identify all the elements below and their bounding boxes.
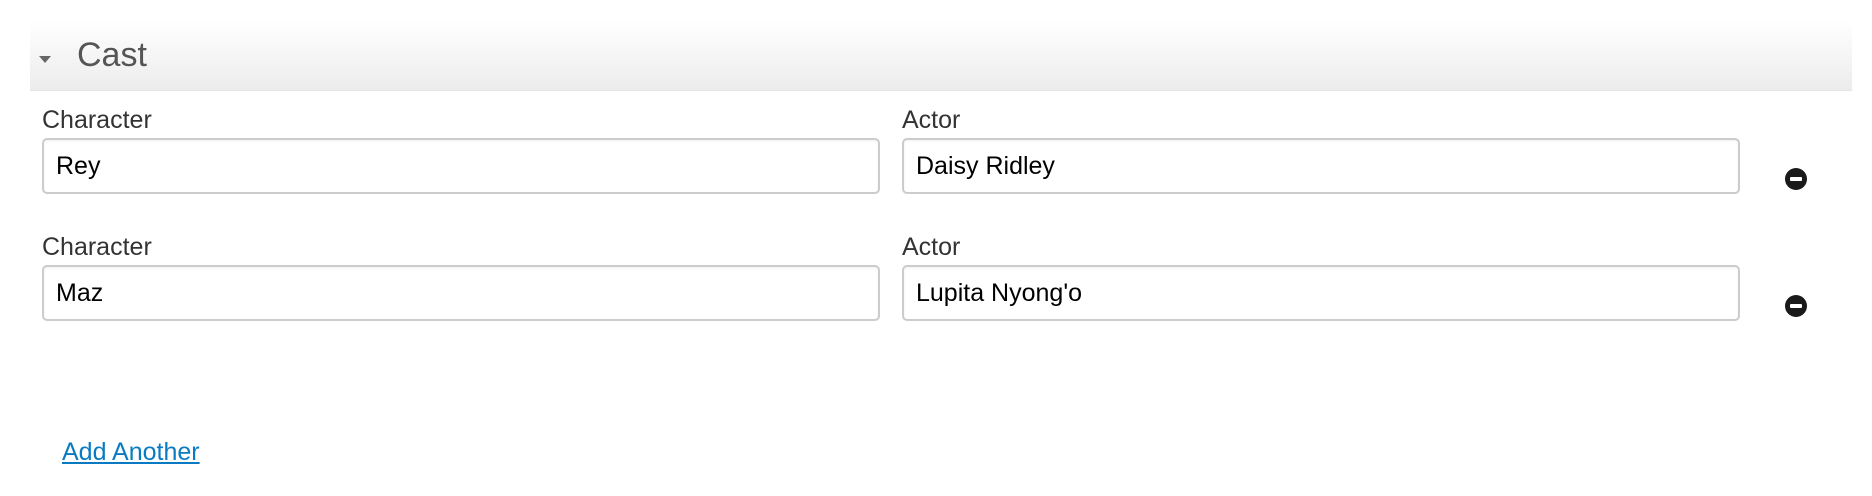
minus-circle-icon <box>1790 177 1802 181</box>
character-label: Character <box>42 106 152 134</box>
remove-row-button[interactable] <box>1785 168 1807 190</box>
actor-label: Actor <box>902 106 961 134</box>
minus-circle-icon <box>1790 304 1802 308</box>
cast-section: Cast <box>30 20 1852 91</box>
section-title: Cast <box>77 36 147 74</box>
cast-row: Character Actor <box>42 108 1822 228</box>
cast-row: Character Actor <box>42 235 1822 355</box>
actor-input[interactable] <box>902 265 1740 321</box>
triangle-down-icon[interactable] <box>39 51 51 63</box>
character-label: Character <box>42 233 152 261</box>
actor-input[interactable] <box>902 138 1740 194</box>
cast-section-header[interactable]: Cast <box>30 20 1852 91</box>
remove-row-button[interactable] <box>1785 295 1807 317</box>
actor-label: Actor <box>902 233 961 261</box>
character-input[interactable] <box>42 138 880 194</box>
add-another-link[interactable]: Add Another <box>62 440 200 465</box>
character-input[interactable] <box>42 265 880 321</box>
